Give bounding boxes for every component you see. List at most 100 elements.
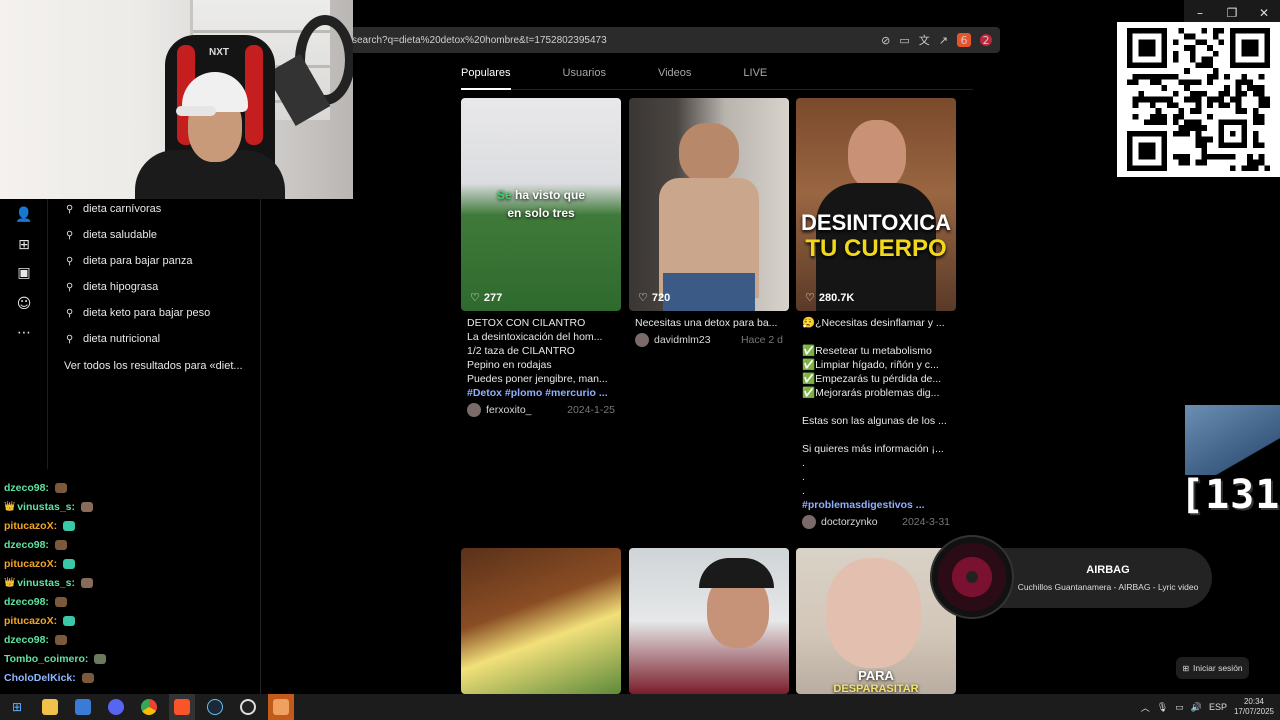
obs-icon[interactable] bbox=[235, 694, 261, 720]
video-thumbnail[interactable]: Se ha visto que en solo tres ♡ 277 bbox=[461, 98, 621, 311]
video-card[interactable] bbox=[461, 548, 621, 694]
microphone-icon[interactable]: 🎙 bbox=[1157, 702, 1168, 713]
tab-usuarios[interactable]: Usuarios bbox=[563, 60, 606, 90]
chat-message: pitucazoX: bbox=[0, 516, 260, 535]
qr-module bbox=[1189, 33, 1196, 40]
qr-module bbox=[1235, 79, 1242, 86]
more-icon[interactable]: ⋯ bbox=[14, 323, 34, 343]
video-card[interactable]: Se ha visto que en solo tres ♡ 277 DETOX … bbox=[461, 98, 621, 420]
cast-icon[interactable]: ▭ bbox=[899, 34, 909, 47]
desc-line: . bbox=[802, 457, 805, 469]
video-card[interactable]: DESINTOXICA TU CUERPO ♡ 280.7K 😮‍💨¿Necesi… bbox=[796, 98, 956, 532]
qr-module bbox=[1212, 73, 1219, 80]
chat-username[interactable]: Tombo_coimero: bbox=[4, 653, 88, 665]
store-icon[interactable] bbox=[70, 694, 96, 720]
video-thumbnail[interactable] bbox=[461, 548, 621, 694]
tab-populares[interactable]: Populares bbox=[461, 60, 511, 90]
profile-icon[interactable]: ☺ bbox=[14, 294, 34, 314]
desc-line: ✅Limpiar hígado, riñón y c... bbox=[802, 359, 939, 371]
brave-icon[interactable] bbox=[169, 694, 195, 720]
steam-icon[interactable] bbox=[202, 694, 228, 720]
video-thumbnail[interactable]: DESINTOXICA TU CUERPO ♡ 280.7K bbox=[796, 98, 956, 311]
video-thumbnail[interactable] bbox=[629, 548, 789, 694]
url-text[interactable]: search?q=dieta%20detox%20hombre&t=175280… bbox=[352, 35, 881, 46]
qr-module bbox=[1229, 96, 1236, 103]
chat-username[interactable]: dzeco98: bbox=[4, 539, 49, 551]
hashtags[interactable]: #Detox #plomo #mercurio ... bbox=[467, 386, 615, 400]
suggestion-item[interactable]: ⚲ dieta hipograsa bbox=[66, 278, 158, 296]
chat-username[interactable]: pitucazoX: bbox=[4, 558, 57, 570]
discord-icon[interactable] bbox=[103, 694, 129, 720]
desc-line bbox=[802, 330, 950, 344]
qr-code bbox=[1117, 22, 1280, 177]
qr-module bbox=[1218, 39, 1225, 46]
qr-module bbox=[1207, 73, 1213, 80]
chevron-up-icon[interactable]: ︿ bbox=[1141, 701, 1150, 714]
suggestion-item[interactable]: ⚲ dieta saludable bbox=[66, 226, 157, 244]
chrome-icon[interactable] bbox=[136, 694, 162, 720]
live-icon[interactable]: ▣ bbox=[14, 263, 34, 283]
suggestion-item[interactable]: ⚲ dieta keto para bajar peso bbox=[66, 304, 210, 322]
qr-module bbox=[1195, 90, 1202, 97]
windows-start-icon[interactable]: ⊞ bbox=[4, 694, 30, 720]
volume-icon[interactable]: 🔊 bbox=[1191, 702, 1202, 713]
see-all-results-link[interactable]: Ver todos los resultados para «diet... bbox=[64, 360, 243, 372]
file-explorer-icon[interactable] bbox=[37, 694, 63, 720]
video-card[interactable] bbox=[629, 548, 789, 694]
network-icon[interactable]: ▭ bbox=[1175, 702, 1184, 713]
qr-module bbox=[1189, 125, 1196, 131]
post-date: 2024-1-25 bbox=[567, 404, 615, 416]
qr-module bbox=[1155, 113, 1162, 120]
chat-username[interactable]: CholoDelKick: bbox=[4, 672, 76, 684]
author[interactable]: ferxoxito_ bbox=[467, 403, 532, 417]
song-subtitle: Cuchillos Guantanamera - AIRBAG - Lyric … bbox=[1017, 582, 1199, 592]
clock[interactable]: 20:34 17/07/2025 bbox=[1234, 697, 1274, 717]
heart-icon: ♡ bbox=[470, 291, 480, 304]
author[interactable]: davidmlm23 bbox=[635, 333, 711, 347]
address-bar[interactable]: search?q=dieta%20detox%20hombre&t=175280… bbox=[350, 27, 1000, 53]
chat-username[interactable]: vinustas_s: bbox=[17, 577, 75, 589]
qr-module bbox=[1184, 79, 1190, 86]
tab-videos[interactable]: Videos bbox=[658, 60, 691, 90]
user-follow-icon[interactable]: 👤 bbox=[14, 205, 34, 225]
tab-live[interactable]: LIVE bbox=[743, 60, 767, 90]
chat-username[interactable]: vinustas_s: bbox=[17, 501, 75, 513]
video-card[interactable]: ♡ 720 Necesitas una detox para ba... davi… bbox=[629, 98, 789, 350]
qr-module bbox=[1258, 119, 1265, 126]
language-indicator[interactable]: ESP bbox=[1209, 702, 1227, 712]
brave-shield-icon[interactable]: 6 bbox=[957, 33, 971, 47]
qr-module bbox=[1201, 62, 1208, 69]
suggestion-item[interactable]: ⚲ dieta carnívoras bbox=[66, 200, 161, 218]
qr-module bbox=[1195, 142, 1202, 149]
qr-module bbox=[1235, 96, 1242, 103]
qr-module bbox=[1172, 50, 1179, 57]
chat-username[interactable]: pitucazoX: bbox=[4, 520, 57, 532]
person-head bbox=[848, 120, 906, 190]
suggestion-item[interactable]: ⚲ dieta para bajar panza bbox=[66, 252, 192, 270]
video-meta: doctorzynko 2024-3-31 bbox=[796, 512, 956, 532]
app-icon[interactable] bbox=[268, 694, 294, 720]
emote-icon bbox=[63, 520, 76, 531]
qr-module bbox=[1172, 56, 1179, 63]
login-button[interactable]: ⊞ Iniciar sesión bbox=[1176, 657, 1249, 679]
chat-message: dzeco98: bbox=[0, 592, 260, 611]
chat-username[interactable]: dzeco98: bbox=[4, 596, 49, 608]
translate-icon[interactable]: 文 bbox=[919, 32, 930, 48]
qr-module bbox=[1195, 102, 1202, 109]
video-thumbnail[interactable]: ♡ 720 bbox=[629, 98, 789, 311]
hashtags[interactable]: #problemasdigestivos ... bbox=[802, 498, 950, 512]
qr-module bbox=[1189, 79, 1196, 86]
share-icon[interactable]: ↗ bbox=[939, 34, 948, 47]
qr-module bbox=[1144, 119, 1150, 126]
chat-username[interactable]: pitucazoX: bbox=[4, 615, 57, 627]
no-image-icon[interactable]: ⊘ bbox=[881, 34, 890, 47]
qr-module bbox=[1252, 108, 1259, 114]
suggestion-item[interactable]: ⚲ dieta nutricional bbox=[66, 330, 160, 348]
chat-username[interactable]: dzeco98: bbox=[4, 634, 49, 646]
author[interactable]: doctorzynko bbox=[802, 515, 878, 529]
chat-username[interactable]: dzeco98: bbox=[4, 482, 49, 494]
qr-module bbox=[1207, 45, 1213, 51]
desc-line: . bbox=[802, 471, 805, 483]
add-icon[interactable]: ⊞ bbox=[14, 235, 34, 255]
extension-icon[interactable]: 2 bbox=[980, 34, 992, 47]
